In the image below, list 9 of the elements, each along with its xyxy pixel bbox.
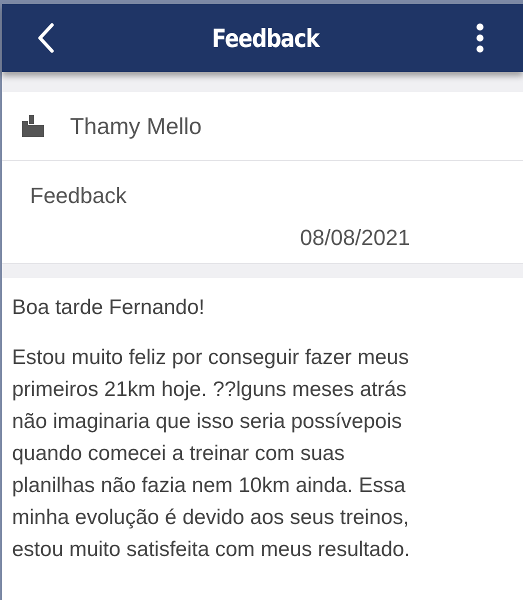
more-icon[interactable] [475,23,485,53]
message-text: Estou muito feliz por conseguir fazer meus primeiros 21km hoje. ??lguns meses atrás não imaginaria que isso seria possívepois quando comecei a treinar com suas planilhas não fazia nem 10km ainda. Essa minha evolução é devido aos seus treinos, estou muito satisfeita com meus resultado. [12,345,412,563]
entry-type: Feedback [30,183,127,209]
greeting-text: Boa tarde Fernando! [12,296,206,320]
folder-icon [22,115,44,137]
entry-date: 08/08/2021 [300,225,410,251]
screen-title: Feedback [210,24,322,52]
back-icon[interactable] [36,22,56,54]
sender-name: Thamy Mello [70,112,202,140]
